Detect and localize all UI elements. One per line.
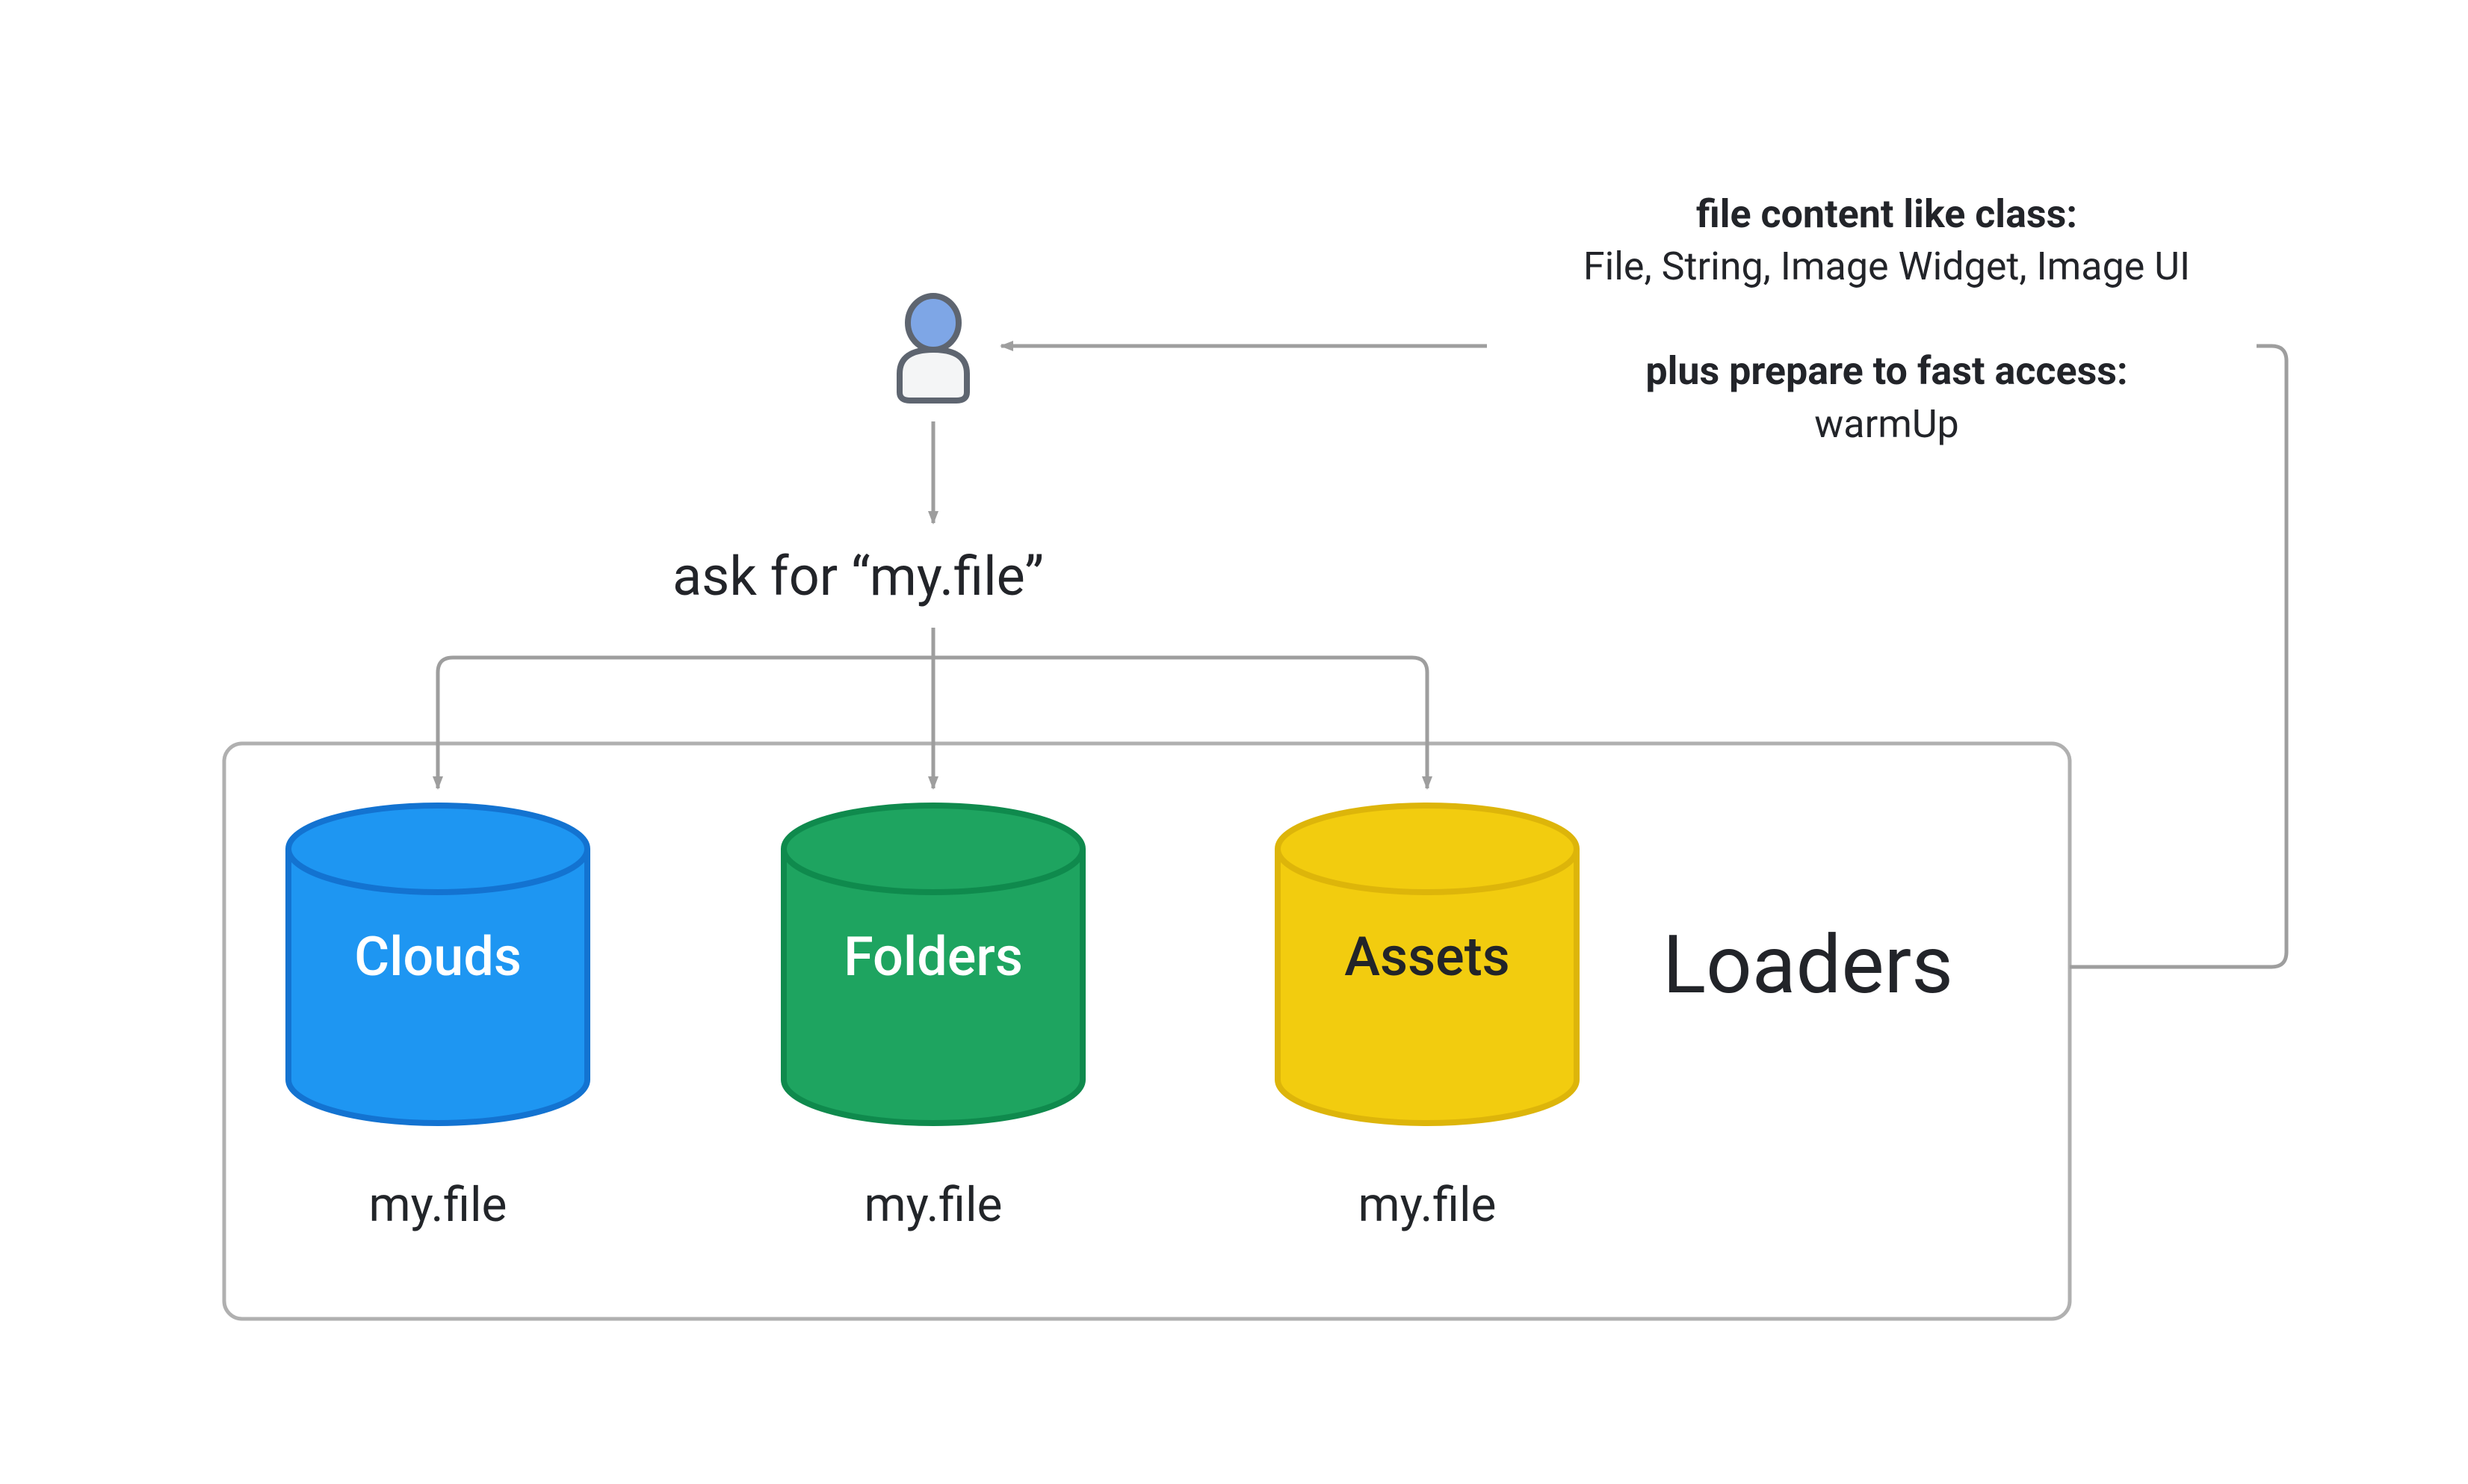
right-heading-1: file content like class: [1494, 188, 2279, 241]
right-line-1: File, String, Image Widget, Image UI [1494, 241, 2279, 293]
ask-label: ask for “my.file” [672, 545, 1044, 608]
arrow-left-to-clouds [438, 658, 933, 788]
right-heading-2: plus prepare to fast access: [1494, 345, 2279, 398]
sub-label-folders: my.file [865, 1177, 1003, 1233]
sub-label-assets: my.file [1358, 1177, 1497, 1233]
sub-label-clouds: my.file [369, 1177, 507, 1233]
loaders-label: Loaders [1663, 918, 1953, 1012]
arrow-right-to-assets [933, 658, 1427, 788]
person-icon [900, 296, 967, 401]
cylinder-label-folders: Folders [844, 925, 1023, 989]
right-description: file content like class: File, String, I… [1494, 188, 2279, 451]
cylinder-label-assets: Assets [1344, 925, 1509, 989]
cylinder-label-clouds: Clouds [354, 925, 522, 989]
right-line-2: warmUp [1494, 398, 2279, 451]
diagram-stage: ask for “my.file” Clouds Folders Assets … [0, 0, 2468, 1484]
